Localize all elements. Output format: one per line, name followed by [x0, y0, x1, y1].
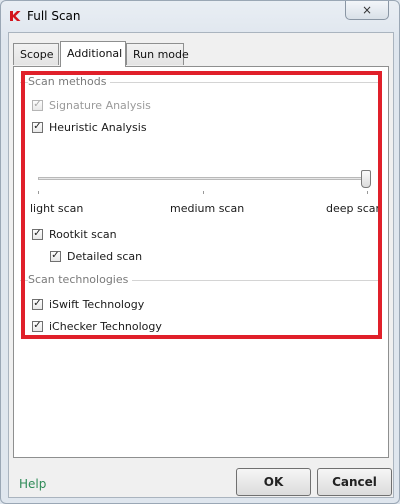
checkbox-check-icon: ✓	[32, 121, 43, 133]
heuristic-level-slider[interactable]	[38, 177, 368, 180]
ichecker-technology-checkbox[interactable]: ✓ iChecker Technology	[32, 318, 162, 334]
dialog-client-area: Scope Additional Run mode Scan methods ✓…	[8, 32, 394, 498]
scan-technologies-heading: Scan technologies	[28, 273, 133, 286]
checkbox-check-icon: ✓	[32, 298, 43, 310]
deep-scan-label: deep scan	[326, 202, 383, 215]
help-link[interactable]: Help	[19, 477, 46, 491]
heuristic-analysis-checkbox[interactable]: ✓ Heuristic Analysis	[32, 119, 147, 135]
signature-analysis-label: Signature Analysis	[49, 98, 151, 112]
close-icon: ×	[361, 3, 373, 17]
checkbox-check-icon: ✓	[50, 250, 61, 262]
rootkit-scan-label: Rootkit scan	[49, 227, 117, 241]
additional-tab-panel: Scan methods ✓ Signature Analysis ✓ Heur…	[13, 66, 389, 458]
slider-tick	[38, 191, 39, 194]
tab-additional[interactable]: Additional	[60, 41, 126, 67]
rootkit-scan-checkbox[interactable]: ✓ Rootkit scan	[32, 226, 117, 242]
detailed-scan-checkbox[interactable]: ✓ Detailed scan	[50, 248, 142, 264]
scan-methods-heading: Scan methods	[28, 75, 111, 88]
close-button[interactable]: ×	[345, 1, 389, 20]
ok-button[interactable]: OK	[236, 468, 311, 496]
tab-scope[interactable]: Scope	[13, 43, 59, 65]
checkbox-check-icon: ✓	[32, 320, 43, 332]
detailed-scan-label: Detailed scan	[67, 249, 143, 263]
slider-tick	[367, 191, 368, 194]
window-title: Full Scan	[27, 9, 81, 23]
checkbox-check-icon: ✓	[32, 228, 43, 240]
heuristic-analysis-label: Heuristic Analysis	[49, 120, 147, 134]
full-scan-window: Full Scan × Scope Additional Run mode Sc…	[0, 0, 400, 504]
title-bar[interactable]: Full Scan ×	[1, 1, 399, 31]
kaspersky-k-icon	[10, 11, 21, 21]
ichecker-technology-label: iChecker Technology	[49, 319, 162, 333]
slider-tick	[203, 191, 204, 194]
heuristic-level-slider-thumb[interactable]	[361, 170, 371, 188]
tab-run-mode[interactable]: Run mode	[126, 43, 189, 65]
iswift-technology-label: iSwift Technology	[49, 297, 145, 311]
signature-analysis-checkbox[interactable]: ✓ Signature Analysis	[32, 97, 151, 113]
medium-scan-label: medium scan	[170, 202, 245, 215]
iswift-technology-checkbox[interactable]: ✓ iSwift Technology	[32, 296, 144, 312]
cancel-button[interactable]: Cancel	[317, 468, 392, 496]
checkbox-check-icon: ✓	[32, 99, 43, 111]
light-scan-label: light scan	[30, 202, 84, 215]
